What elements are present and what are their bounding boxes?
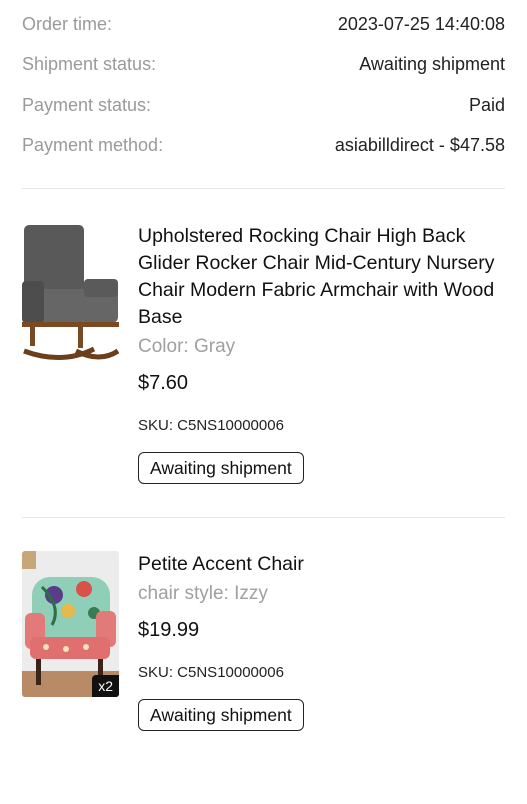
payment-status-value: Paid <box>468 94 505 115</box>
product-variant: Color: Gray <box>138 336 236 357</box>
quantity-badge: x2 <box>92 675 119 697</box>
item-status-badge: Awaiting shipment <box>138 699 304 731</box>
order-time-value: 2023-07-25 14:40:08 <box>337 13 505 34</box>
shipment-status-label: Shipment status: <box>22 54 157 75</box>
product-sku: SKU: C5NS10000006 <box>138 664 284 681</box>
order-info: Order time: 2023-07-25 14:40:08 Shipment… <box>0 4 527 166</box>
item-details: Upholstered Rocking Chair High Back Glid… <box>138 223 505 484</box>
payment-status-row: Payment status: Paid <box>22 85 505 126</box>
payment-method-label: Payment method: <box>22 135 164 156</box>
item-status-badge: Awaiting shipment <box>138 452 304 484</box>
order-time-row: Order time: 2023-07-25 14:40:08 <box>22 4 505 45</box>
shipment-status-value: Awaiting shipment <box>359 54 505 75</box>
floral-accent-chair-image[interactable]: x2 <box>22 551 119 697</box>
divider <box>22 188 505 189</box>
product-sku: SKU: C5NS10000006 <box>138 417 284 434</box>
divider <box>22 517 505 518</box>
order-item[interactable]: x2 Petite Accent Chair chair style: Izzy… <box>0 551 527 731</box>
product-title[interactable]: Petite Accent Chair <box>138 551 505 578</box>
product-title[interactable]: Upholstered Rocking Chair High Back Glid… <box>138 223 505 331</box>
shipment-status-row: Shipment status: Awaiting shipment <box>22 45 505 86</box>
item-details: Petite Accent Chair chair style: Izzy $1… <box>138 551 505 731</box>
product-price: $19.99 <box>138 619 200 641</box>
product-variant: chair style: Izzy <box>138 583 268 604</box>
product-price: $7.60 <box>138 372 189 394</box>
order-item[interactable]: Upholstered Rocking Chair High Back Glid… <box>0 223 527 484</box>
payment-status-label: Payment status: <box>22 94 152 115</box>
payment-method-row: Payment method: asiabilldirect - $47.58 <box>22 126 505 167</box>
order-time-label: Order time: <box>22 13 113 34</box>
gray-rocking-chair-image[interactable] <box>22 223 119 363</box>
rocking-chair-icon <box>22 223 119 363</box>
payment-method-value: asiabilldirect - $47.58 <box>334 135 505 156</box>
